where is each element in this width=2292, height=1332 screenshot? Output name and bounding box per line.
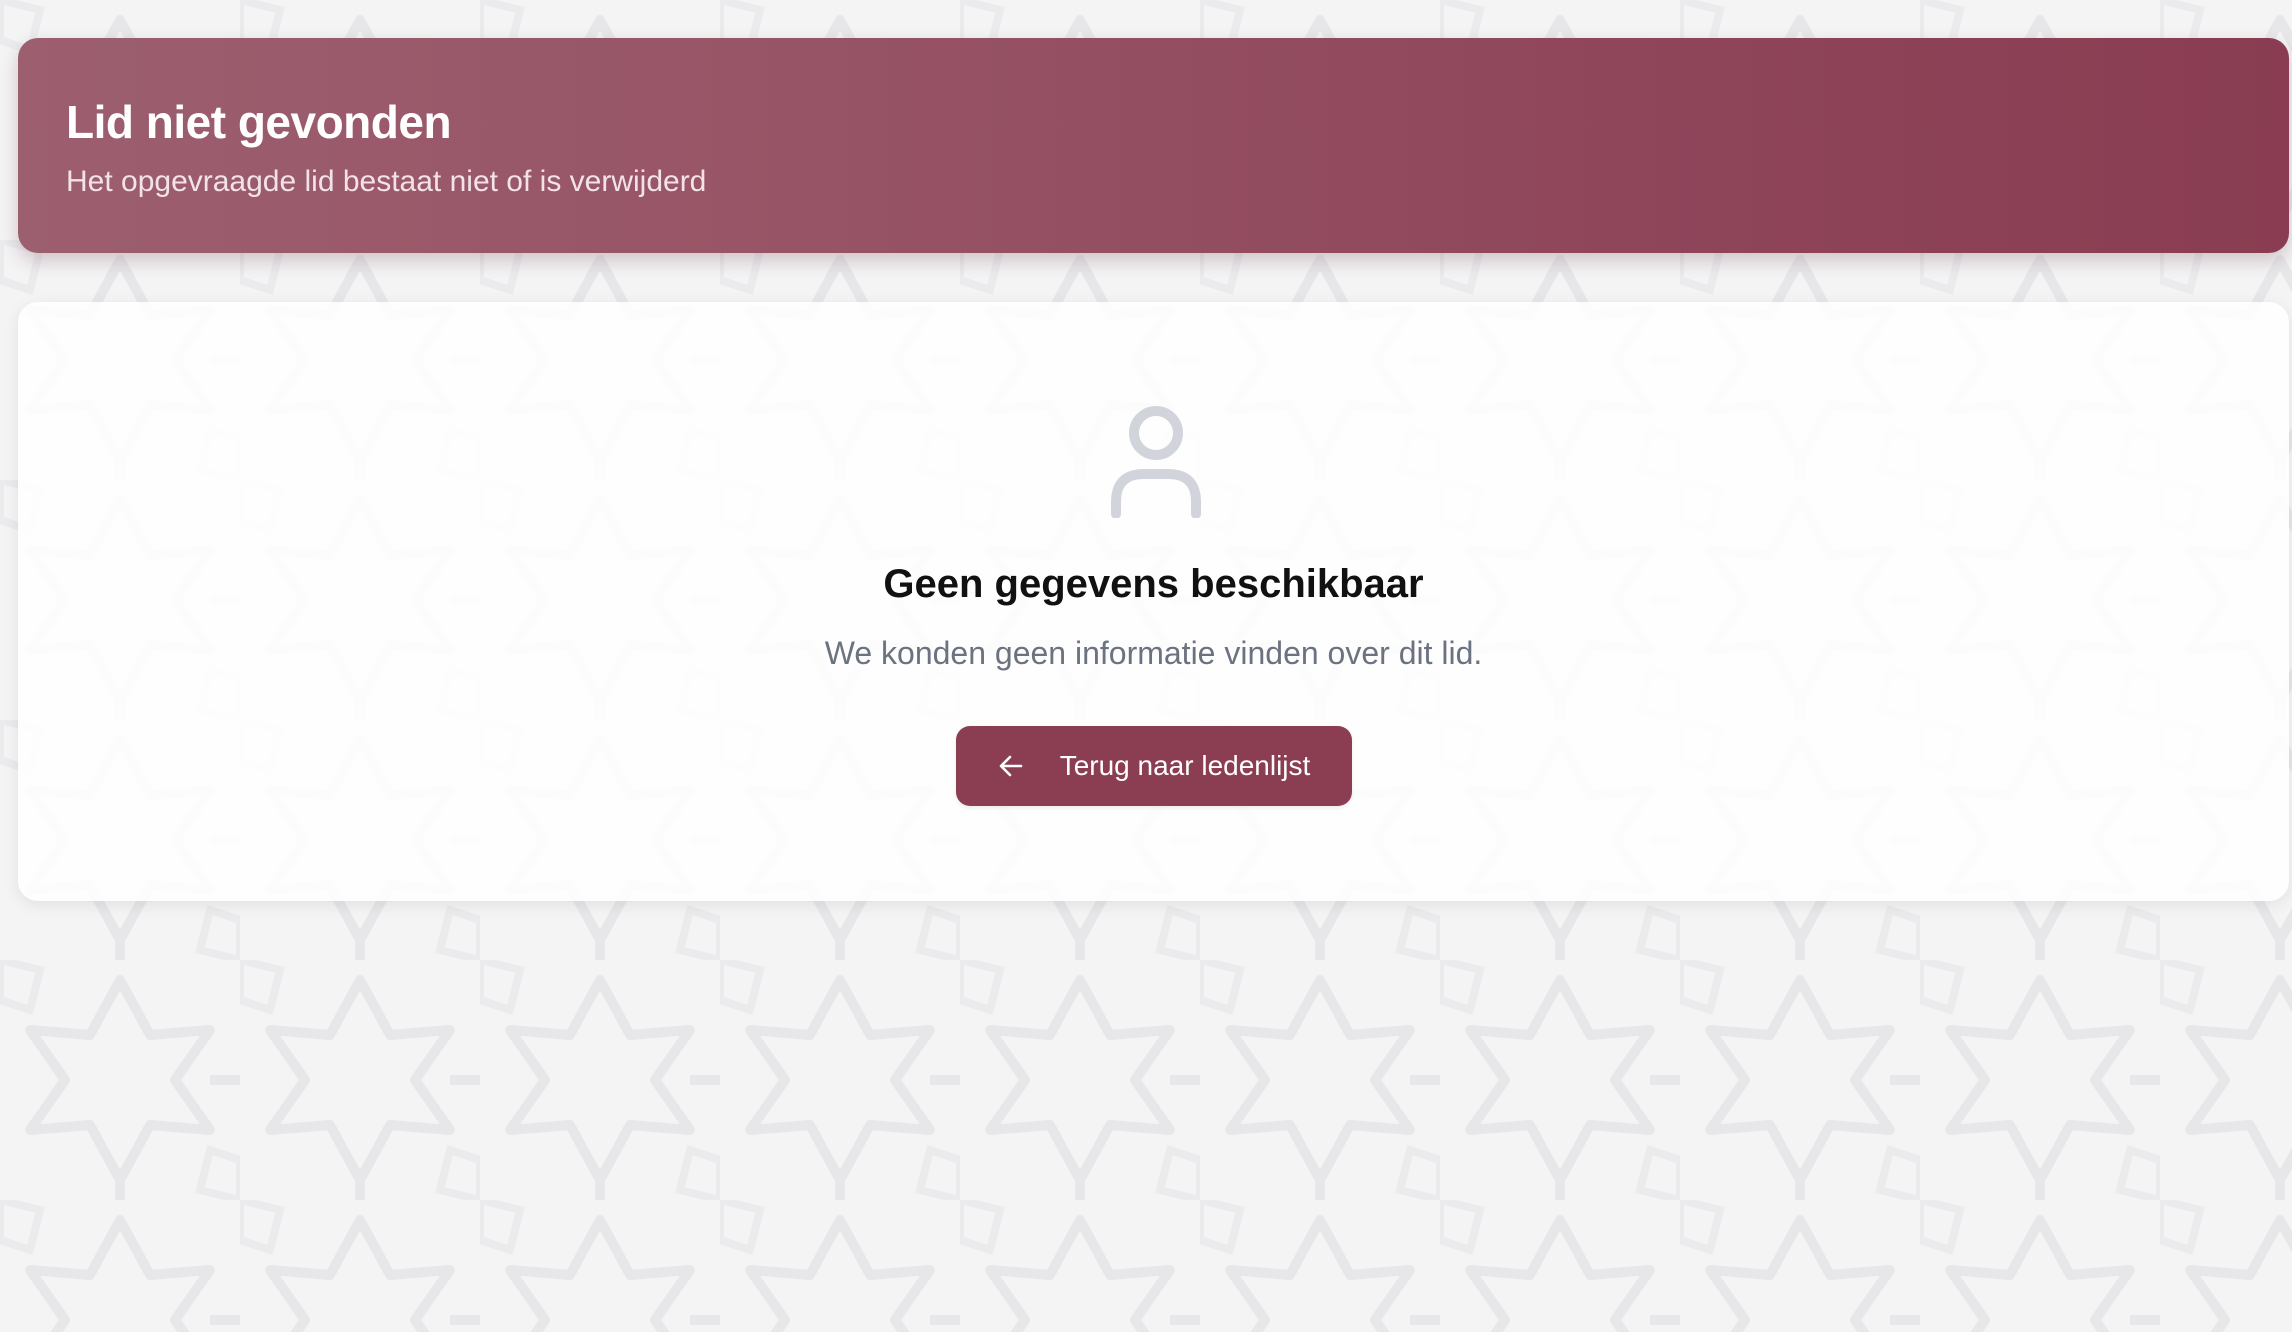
empty-state-title: Geen gegevens beschikbaar	[883, 562, 1424, 606]
page-subtitle: Het opgevraagde lid bestaat niet of is v…	[66, 165, 707, 198]
page-title: Lid niet gevonden	[66, 96, 452, 148]
user-icon	[1111, 406, 1201, 518]
arrow-left-icon	[999, 755, 1023, 777]
empty-state-card: Geen gegevens beschikbaar We konden geen…	[18, 302, 2289, 901]
back-button-label: Terug naar ledenlijst	[1059, 750, 1311, 781]
page-header: Lid niet gevonden Het opgevraagde lid be…	[18, 38, 2289, 253]
back-to-member-list-button[interactable]: Terug naar ledenlijst	[956, 726, 1352, 806]
empty-state: Geen gegevens beschikbaar We konden geen…	[18, 302, 2289, 901]
empty-state-message: We konden geen informatie vinden over di…	[824, 635, 1483, 671]
